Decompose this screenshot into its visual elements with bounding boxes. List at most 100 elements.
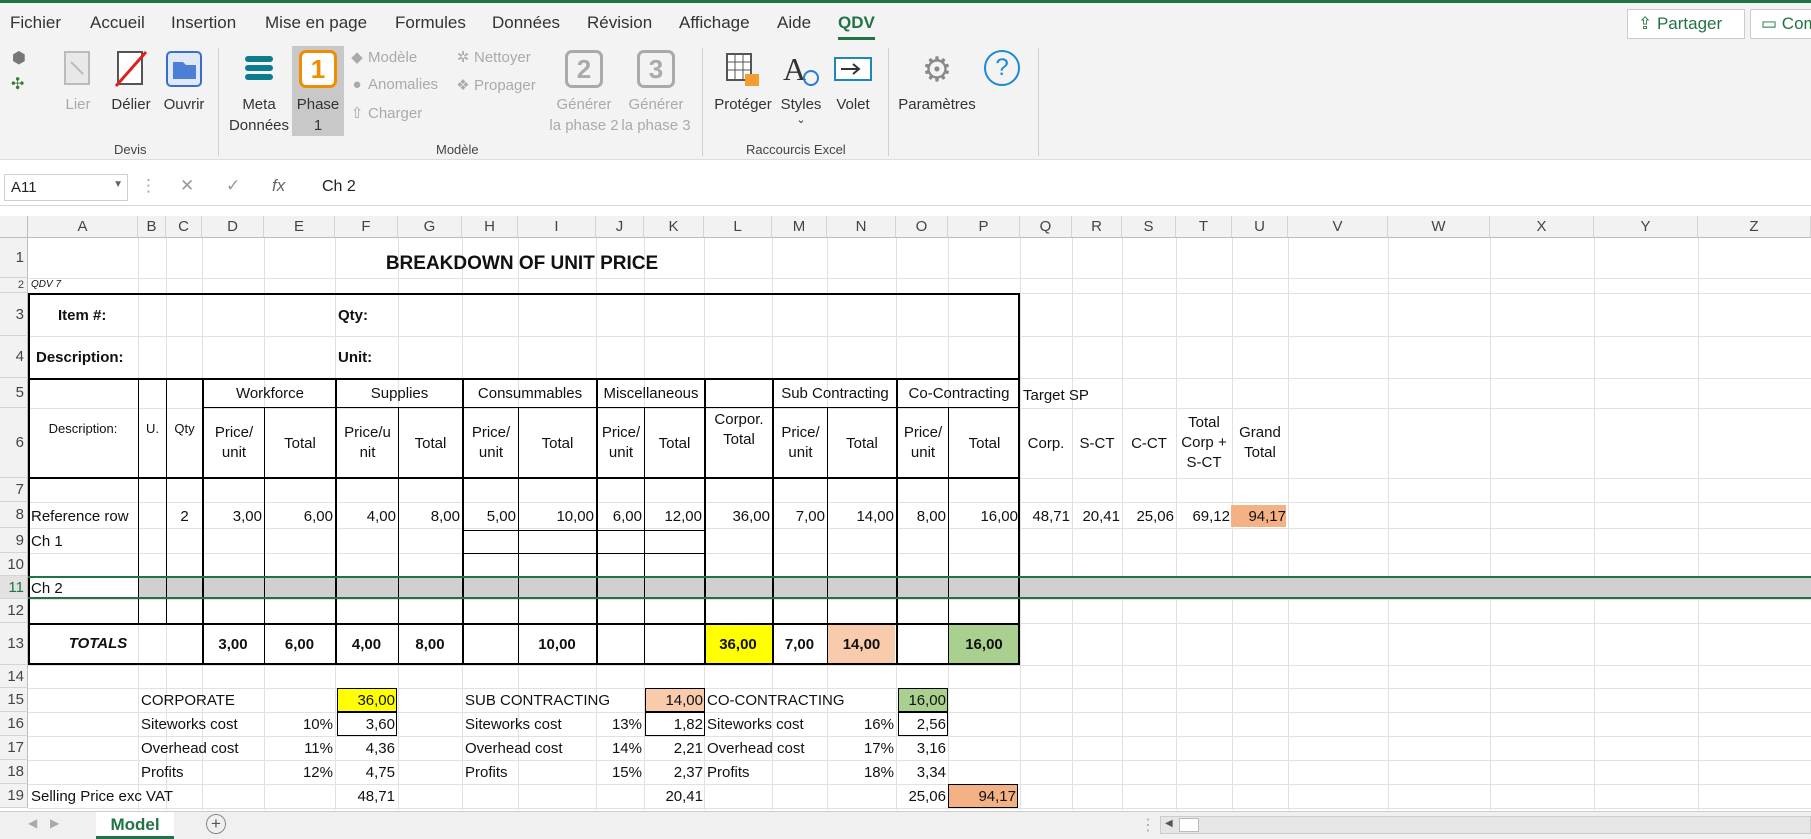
row-header-18[interactable]: 18 [0, 760, 28, 784]
header-price-unit[interactable]: Price/ unit [898, 418, 948, 468]
column-header-i[interactable]: I [518, 216, 596, 238]
column-header-y[interactable]: Y [1594, 216, 1698, 238]
selling-sub-value[interactable]: 20,41 [645, 784, 705, 808]
header-price-unit[interactable]: Price/ unit [464, 418, 518, 468]
row-header-3[interactable]: 3 [0, 293, 28, 336]
confirm-icon[interactable]: ✓ [226, 176, 240, 196]
column-header-w[interactable]: W [1388, 216, 1490, 238]
help-button[interactable]: ? [982, 50, 1022, 94]
corporate-row-label[interactable]: Profits [138, 760, 268, 784]
column-header-u[interactable]: U [1232, 216, 1288, 238]
row-header-16[interactable]: 16 [0, 712, 28, 736]
selling-corporate-value[interactable]: 48,71 [337, 784, 397, 808]
propager-button[interactable]: ❖ Propager [456, 76, 535, 94]
tab-accueil[interactable]: Accueil [90, 13, 145, 33]
header-total[interactable]: Total [265, 432, 335, 454]
reference-value[interactable]: 6,00 [596, 505, 644, 527]
phase-1-button[interactable]: 1 Phase 1 [292, 50, 344, 136]
delier-button[interactable]: Délier [108, 50, 154, 115]
more-options-icon[interactable]: ⋮ [140, 176, 157, 196]
ch2-cell[interactable]: Ch 2 [28, 578, 138, 598]
reference-value[interactable]: 36,00 [704, 505, 772, 527]
co-row-label[interactable]: Profits [704, 760, 834, 784]
sub-row-value[interactable]: 2,37 [645, 760, 705, 784]
reference-value[interactable]: 20,41 [1072, 505, 1122, 527]
row-header-9[interactable]: 9 [0, 528, 28, 553]
reference-value[interactable]: 25,06 [1122, 505, 1176, 527]
lier-button[interactable]: Lier [58, 50, 98, 115]
selling-total-value[interactable]: 94,17 [948, 784, 1018, 808]
header-workforce[interactable]: Workforce [204, 381, 336, 406]
column-header-n[interactable]: N [827, 216, 896, 238]
header-total[interactable]: Total [828, 432, 896, 454]
scroll-left-arrow-icon[interactable]: ◀ [1165, 818, 1173, 829]
sub-row-pct[interactable]: 13% [596, 712, 644, 736]
reference-value[interactable]: 94,17 [1232, 505, 1288, 527]
add-sheet-icon[interactable]: + [206, 814, 226, 834]
column-header-k[interactable]: K [644, 216, 704, 238]
header-description[interactable]: Description: [30, 408, 136, 448]
corporate-row-value[interactable]: 4,36 [337, 736, 397, 760]
scrollbar-thumb[interactable] [1179, 818, 1199, 832]
tab-formules[interactable]: Formules [395, 13, 466, 33]
scroll-left-icon[interactable]: ◀ [28, 816, 37, 830]
reference-value[interactable]: 14,00 [827, 505, 896, 527]
corporate-row-value[interactable]: 3,60 [337, 712, 397, 736]
header-cct[interactable]: C-CT [1122, 432, 1176, 454]
co-row-label[interactable]: Overhead cost [704, 736, 834, 760]
sheet-tab-model[interactable]: Model [96, 812, 174, 839]
header-total[interactable]: Total [399, 432, 462, 454]
co-row-value[interactable]: 3,34 [898, 760, 948, 784]
cancel-icon[interactable]: ✕ [180, 176, 194, 196]
total-value[interactable]: 4,00 [335, 632, 398, 656]
tab-insertion[interactable]: Insertion [171, 13, 236, 33]
select-all-corner[interactable] [0, 216, 28, 238]
header-cocontracting[interactable]: Co-Contracting [898, 381, 1020, 406]
co-label[interactable]: CO-CONTRACTING [704, 688, 874, 712]
volet-button[interactable]: Volet [830, 50, 876, 115]
sub-row-label[interactable]: Siteworks cost [462, 712, 592, 736]
puzzle-icon[interactable]: ✣ [11, 74, 24, 94]
co-row-pct[interactable]: 18% [827, 760, 896, 784]
row-header-5[interactable]: 5 [0, 378, 28, 408]
column-header-l[interactable]: L [704, 216, 772, 238]
corporate-row-value[interactable]: 4,75 [337, 760, 397, 784]
reference-value[interactable]: 8,00 [398, 505, 462, 527]
row-header-2[interactable]: 2 [0, 278, 28, 293]
sub-label[interactable]: SUB CONTRACTING [462, 688, 632, 712]
nettoyer-button[interactable]: ✲ Nettoyer [456, 48, 531, 66]
total-value[interactable]: 10,00 [518, 632, 596, 656]
column-header-f[interactable]: F [335, 216, 398, 238]
header-u[interactable]: U. [139, 408, 166, 448]
meta-donnees-button[interactable]: Meta Données [228, 50, 290, 136]
column-header-d[interactable]: D [202, 216, 264, 238]
column-header-b[interactable]: B [138, 216, 166, 238]
corporate-label[interactable]: CORPORATE [138, 688, 288, 712]
column-header-c[interactable]: C [166, 216, 202, 238]
comments-button[interactable]: ▭ Com [1750, 9, 1811, 39]
co-row-label[interactable]: Siteworks cost [704, 712, 834, 736]
tab-affichage[interactable]: Affichage [679, 13, 750, 33]
unit-label[interactable]: Unit: [338, 346, 398, 368]
scroll-right-icon[interactable]: ▶ [50, 816, 59, 830]
column-header-e[interactable]: E [264, 216, 335, 238]
column-header-s[interactable]: S [1122, 216, 1176, 238]
column-header-x[interactable]: X [1490, 216, 1594, 238]
totals-label[interactable]: TOTALS [30, 631, 166, 655]
description-label[interactable]: Description: [36, 346, 136, 368]
tab-donnees[interactable]: Données [492, 13, 560, 33]
row-header-12[interactable]: 12 [0, 599, 28, 623]
column-header-z[interactable]: Z [1698, 216, 1811, 238]
header-total[interactable]: Total [645, 432, 704, 454]
ch1-cell[interactable]: Ch 1 [28, 530, 138, 552]
qdv-tag[interactable]: QDV 7 [28, 278, 108, 290]
column-header-m[interactable]: M [772, 216, 827, 238]
corporate-row-pct[interactable]: 12% [264, 760, 335, 784]
sub-value[interactable]: 14,00 [645, 688, 705, 712]
total-value[interactable]: 3,00 [202, 632, 264, 656]
selling-price-label[interactable]: Selling Price exc VAT [28, 784, 198, 808]
column-header-j[interactable]: J [596, 216, 644, 238]
column-header-a[interactable]: A [28, 216, 138, 238]
co-row-value[interactable]: 2,56 [898, 712, 948, 736]
column-header-t[interactable]: T [1176, 216, 1232, 238]
